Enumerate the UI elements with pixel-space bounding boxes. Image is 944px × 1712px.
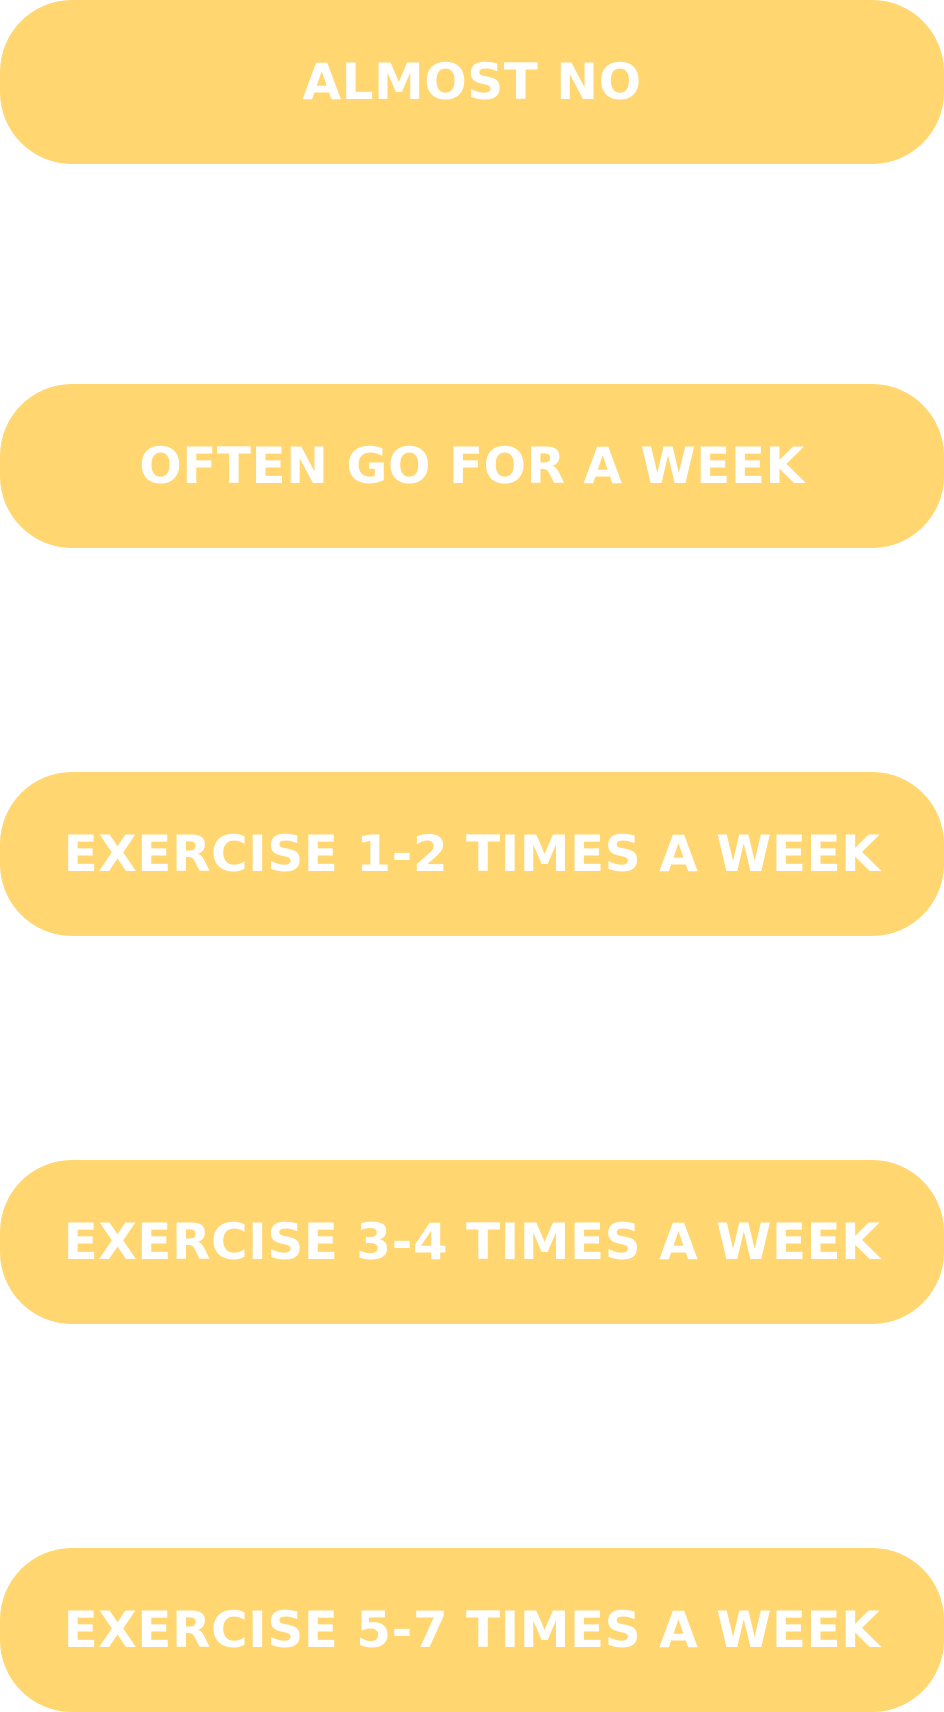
option-exercise-1-2-times-button[interactable]: EXERCISE 1-2 TIMES A WEEK	[0, 772, 944, 936]
option-often-go-for-a-week-button[interactable]: OFTEN GO FOR A WEEK	[0, 384, 944, 548]
option-almost-no-button[interactable]: ALMOST NO	[0, 0, 944, 164]
option-exercise-5-7-times-button[interactable]: EXERCISE 5-7 TIMES A WEEK	[0, 1548, 944, 1712]
exercise-frequency-options: ALMOST NO OFTEN GO FOR A WEEK EXERCISE 1…	[0, 0, 944, 1712]
option-exercise-3-4-times-button[interactable]: EXERCISE 3-4 TIMES A WEEK	[0, 1160, 944, 1324]
